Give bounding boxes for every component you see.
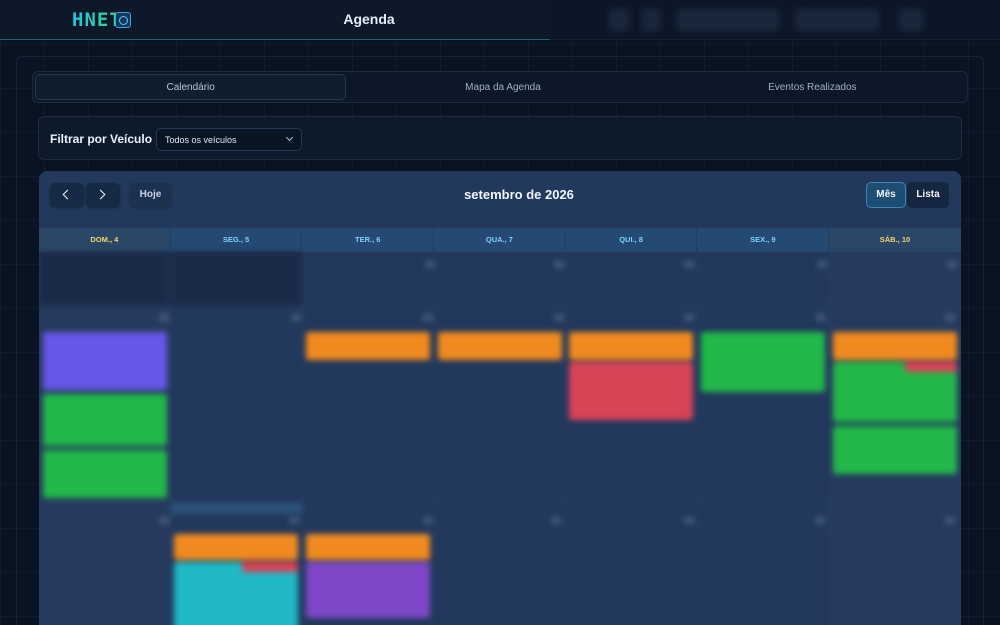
day-header-monday: SEG., 5 [170,228,303,252]
day-number [815,517,825,524]
day-number [817,261,827,268]
tab-bar: Calendário Mapa da Agenda Eventos Realiz… [32,71,968,103]
chevron-right-icon [95,189,106,200]
day-number [945,517,955,524]
tab-mapa-da-agenda[interactable]: Mapa da Agenda [348,72,657,102]
menu-icon[interactable] [898,8,924,32]
day-number [684,517,694,524]
day-header-thursday: QUI., 8 [565,228,698,252]
calendar-event[interactable] [43,450,167,498]
day-number [423,517,433,524]
grid-line [302,252,303,625]
day-number [684,261,694,268]
account-button[interactable] [794,8,880,32]
day-number [423,314,433,321]
day-number [554,261,564,268]
event-tag [242,562,298,572]
chevron-left-icon [62,189,73,200]
calendar-grid [39,252,961,625]
day-header-wednesday: QUA., 7 [434,228,566,252]
day-number [159,314,169,321]
day-header-friday: SEX., 9 [697,228,830,252]
calendar-event[interactable] [569,332,693,360]
calendar-toolbar: Hoje setembro de 2026 Mês Lista [39,171,961,227]
calendar-event[interactable] [306,534,430,560]
calendar-event[interactable] [174,562,298,625]
calendar-event[interactable] [43,332,167,390]
day-number [159,517,169,524]
view-month-button[interactable]: Mês [866,182,906,208]
day-header-tuesday: TER., 6 [302,228,435,252]
day-number [554,314,564,321]
calendar-event[interactable] [43,394,167,446]
calendar-cell-weekend [39,502,170,625]
settings-icon[interactable] [641,8,661,32]
calendar-event[interactable] [174,534,298,560]
grid-line [170,252,171,625]
calendar-cell-today [170,502,302,514]
day-number [684,314,694,321]
globe-icon[interactable] [115,12,131,28]
calendar: Hoje setembro de 2026 Mês Lista DOM., 4 … [39,171,961,625]
calendar-event[interactable] [833,426,957,474]
view-list-button[interactable]: Lista [907,182,949,208]
day-header-saturday: SÁB., 10 [829,228,961,252]
prev-button[interactable] [50,183,84,207]
calendar-event[interactable] [833,332,957,360]
chevron-down-icon [285,133,294,142]
event-tag [905,362,957,372]
page-title: Agenda [343,11,395,27]
grid-line [39,306,961,307]
grid-line [565,252,566,625]
day-number [947,261,957,268]
day-number [425,261,435,268]
calendar-event[interactable] [306,562,430,618]
vehicle-select-value: Todos os veículos [165,135,237,145]
day-number [291,314,301,321]
tab-eventos-realizados[interactable]: Eventos Realizados [658,72,967,102]
day-header-row: DOM., 4 SEG., 5 TER., 6 QUA., 7 QUI., 8 … [39,228,961,252]
next-button[interactable] [86,183,120,207]
top-bar: HNET Agenda [0,0,1000,40]
today-button[interactable]: Hoje [130,183,171,207]
user-menu[interactable] [676,8,780,32]
notification-icon[interactable] [608,8,630,32]
calendar-event[interactable] [833,362,957,422]
grid-line [697,252,698,625]
calendar-event[interactable] [701,332,825,392]
tab-calendario[interactable]: Calendário [35,74,347,100]
day-number [816,314,826,321]
calendar-event[interactable] [306,332,430,360]
grid-line [434,252,435,625]
calendar-title: setembro de 2026 [464,187,574,202]
vehicle-select[interactable]: Todos os veículos [156,128,302,151]
filter-card: Filtrar por Veículo Todos os veículos [38,116,962,160]
day-number [289,517,299,524]
calendar-event[interactable] [569,362,693,420]
day-number [945,314,955,321]
day-number [551,517,561,524]
grid-line [829,252,830,625]
day-header-sunday: DOM., 4 [39,228,171,252]
grid-line [39,502,961,503]
calendar-event[interactable] [438,332,562,360]
filter-label: Filtrar por Veículo [50,132,153,146]
